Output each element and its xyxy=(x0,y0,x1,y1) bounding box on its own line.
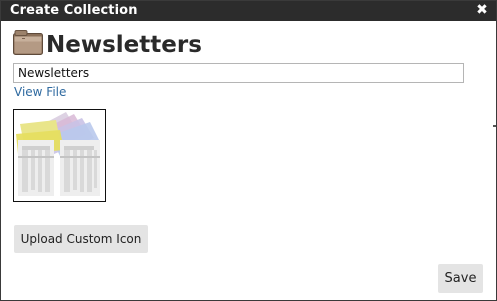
create-collection-dialog: Create Collection ✖ Newsletters View Fil… xyxy=(0,0,497,301)
folder-icon xyxy=(13,30,43,55)
view-file-link[interactable]: View File xyxy=(14,85,66,100)
resize-edge-marker xyxy=(493,125,496,127)
newsletter-thumbnail xyxy=(16,112,100,196)
close-icon[interactable]: ✖ xyxy=(475,2,489,18)
collection-thumbnail xyxy=(13,109,106,202)
collection-title: Newsletters xyxy=(46,32,202,58)
upload-custom-icon-button[interactable]: Upload Custom Icon xyxy=(14,225,148,253)
save-button[interactable]: Save xyxy=(438,264,483,293)
dialog-title: Create Collection xyxy=(10,3,138,18)
collection-name-input[interactable] xyxy=(13,63,464,83)
dialog-titlebar: Create Collection ✖ xyxy=(1,1,496,21)
